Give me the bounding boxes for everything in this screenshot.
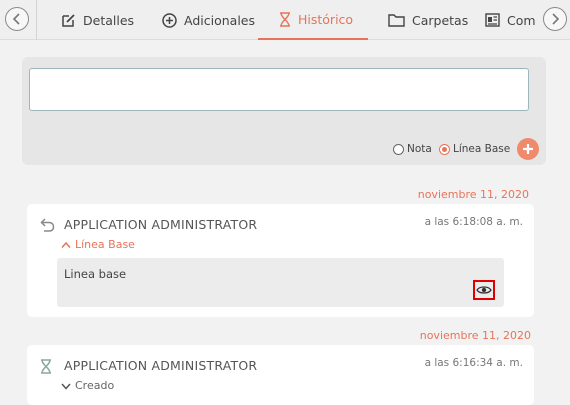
radio-nota-circle[interactable] xyxy=(393,143,404,155)
entry-date: noviembre 11, 2020 xyxy=(417,188,529,201)
hourglass-icon xyxy=(41,359,51,374)
radio-linea-base[interactable]: Línea Base xyxy=(439,141,510,157)
tab-detalles[interactable]: Detalles xyxy=(61,0,134,40)
history-entry: APPLICATION ADMINISTRATOR a las 6:16:34 … xyxy=(27,345,534,405)
radio-linea-base-label: Línea Base xyxy=(453,143,511,155)
entry-type-label: Línea Base xyxy=(75,238,135,251)
tab-divider xyxy=(36,0,37,40)
entry-body-text: Linea base xyxy=(64,267,127,281)
tab-historico[interactable]: Histórico xyxy=(258,0,368,40)
entry-time: a las 6:16:34 a. m. xyxy=(424,357,523,369)
tab-historico-label: Histórico xyxy=(298,11,354,27)
tab-adicionales-label: Adicionales xyxy=(184,12,255,28)
entry-type-label: Creado xyxy=(75,379,115,392)
tab-comp[interactable]: Com xyxy=(485,0,537,40)
view-button[interactable] xyxy=(473,280,495,300)
chevron-up-icon xyxy=(61,241,71,248)
undo-icon xyxy=(40,218,55,232)
tab-comp-label: Com xyxy=(507,12,536,28)
document-icon xyxy=(485,13,500,27)
tab-carpetas-label: Carpetas xyxy=(412,12,469,28)
tab-adicionales[interactable]: Adicionales xyxy=(162,0,255,40)
tab-carpetas[interactable]: Carpetas xyxy=(388,0,468,40)
scroll-right-button[interactable] xyxy=(543,7,567,31)
scroll-left-button[interactable] xyxy=(5,7,29,31)
plus-circle-icon xyxy=(162,12,177,28)
entry-time: a las 6:18:08 a. m. xyxy=(424,216,523,228)
folder-icon xyxy=(388,14,405,27)
hourglass-icon xyxy=(280,11,290,27)
note-composer: Nota Línea Base xyxy=(22,57,546,165)
edit-icon xyxy=(62,13,75,27)
tab-bar: Detalles Adicionales Histórico Carpetas … xyxy=(0,0,570,40)
entry-body: Linea base xyxy=(57,258,504,307)
radio-nota[interactable]: Nota xyxy=(393,141,432,157)
entry-date: noviembre 11, 2020 xyxy=(419,329,531,342)
plus-icon xyxy=(523,144,533,154)
entry-user: APPLICATION ADMINISTRATOR xyxy=(64,217,258,232)
eye-icon xyxy=(476,286,492,294)
add-note-button[interactable] xyxy=(517,138,539,160)
radio-nota-label: Nota xyxy=(407,143,432,155)
history-entry: APPLICATION ADMINISTRATOR a las 6:18:08 … xyxy=(27,204,534,317)
chevron-left-icon xyxy=(12,13,20,25)
chevron-right-icon xyxy=(552,13,560,25)
note-input[interactable] xyxy=(29,68,529,111)
radio-linea-base-circle[interactable] xyxy=(439,143,450,155)
entry-type-toggle[interactable]: Línea Base xyxy=(61,238,135,251)
chevron-down-icon xyxy=(61,383,71,390)
tab-detalles-label: Detalles xyxy=(83,12,135,28)
entry-user: APPLICATION ADMINISTRATOR xyxy=(64,358,258,373)
entry-type-toggle[interactable]: Creado xyxy=(61,379,114,392)
